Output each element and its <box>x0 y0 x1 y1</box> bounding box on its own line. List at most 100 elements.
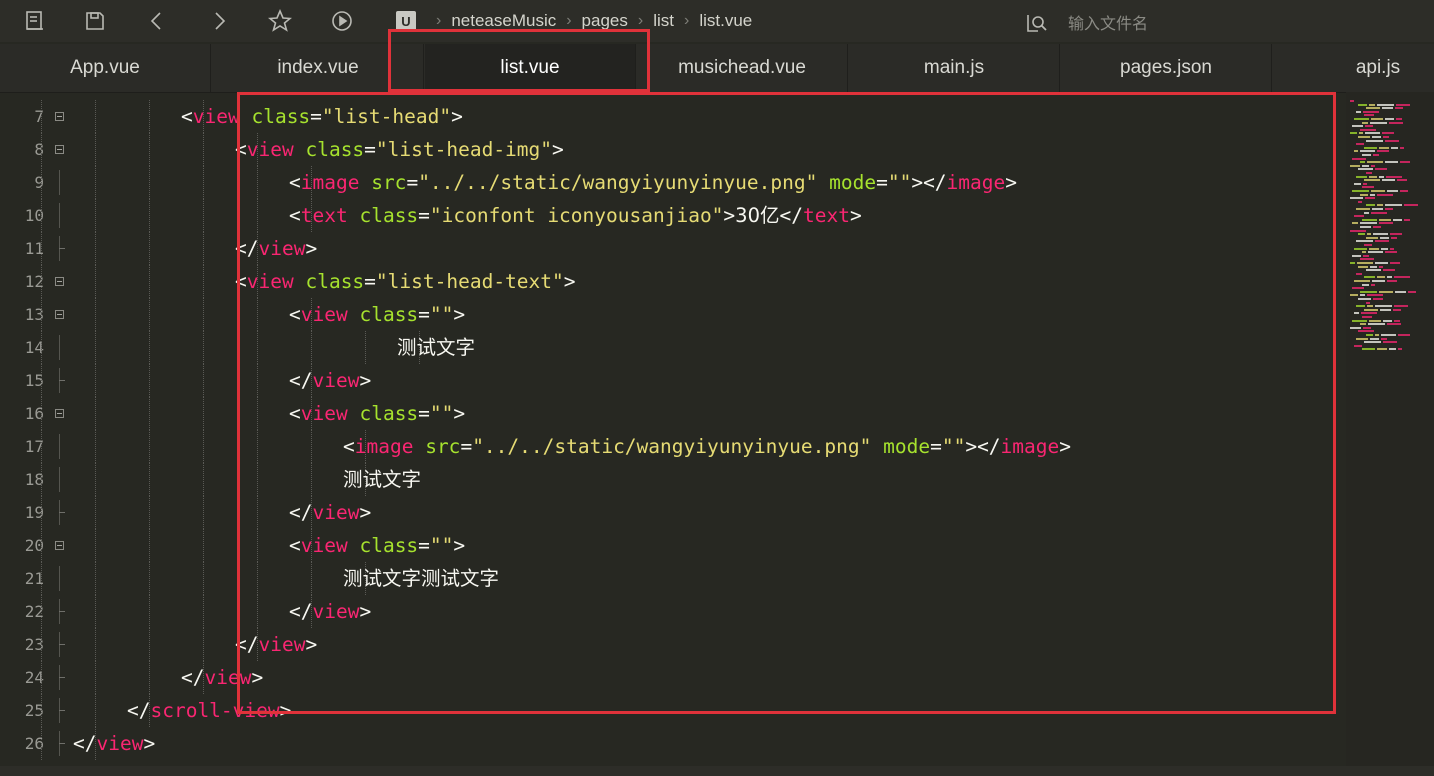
code-line[interactable]: 测试文字 <box>397 331 475 364</box>
code-line[interactable]: </view> <box>289 364 371 397</box>
minimap-line <box>1385 161 1398 164</box>
code-line[interactable]: <image src="../../static/wangyiyunyinyue… <box>289 166 1017 199</box>
minimap-line <box>1357 262 1373 264</box>
minimap-line <box>1381 247 1388 250</box>
breadcrumb-item-list[interactable]: list <box>653 11 674 31</box>
minimap-line <box>1354 215 1364 218</box>
fold-toggle-icon[interactable] <box>55 145 64 154</box>
minimap-line <box>1370 121 1387 124</box>
tab-list-vue[interactable]: list.vue <box>425 44 636 92</box>
minimap-line <box>1356 208 1370 210</box>
breadcrumb-item-project[interactable]: neteaseMusic <box>451 11 556 31</box>
indent-guide <box>257 529 258 562</box>
indent-guide <box>203 232 204 265</box>
minimap-line <box>1379 146 1389 149</box>
indent-guide <box>203 595 204 628</box>
minimap-line <box>1362 121 1368 124</box>
file-search-input[interactable] <box>1066 10 1410 36</box>
indent-guide <box>257 562 258 595</box>
minimap-line <box>1377 276 1385 279</box>
minimap-line <box>1391 146 1398 149</box>
breadcrumb-separator: › <box>637 12 644 29</box>
indent-guide <box>41 100 42 133</box>
file-search-icon[interactable] <box>1026 12 1048 34</box>
indent-guide <box>203 298 204 331</box>
code-line[interactable]: </scroll-view> <box>127 694 291 727</box>
tab-musichead-vue[interactable]: musichead.vue <box>637 44 848 92</box>
minimap-line <box>1358 298 1371 300</box>
indent-guide <box>203 562 204 595</box>
indent-guide <box>95 265 96 298</box>
minimap-line <box>1363 182 1367 185</box>
minimap-line <box>1364 341 1381 344</box>
code-line[interactable]: </view> <box>235 628 317 661</box>
tab-api-js[interactable]: api.js <box>1273 44 1434 92</box>
breadcrumb-item-file[interactable]: list.vue <box>699 11 752 31</box>
minimap-line <box>1372 208 1383 210</box>
back-arrow-icon[interactable] <box>140 4 174 38</box>
fold-toggle-icon[interactable] <box>55 277 64 286</box>
minimap-line <box>1366 139 1383 142</box>
fold-line <box>59 467 60 492</box>
code-line[interactable]: </view> <box>235 232 317 265</box>
minimap-line <box>1350 326 1361 329</box>
code-line[interactable]: <view class="list-head-img"> <box>235 133 564 166</box>
code-line[interactable]: </view> <box>289 496 371 529</box>
code-line[interactable]: <view class="list-head"> <box>181 100 463 133</box>
minimap-line <box>1370 265 1377 268</box>
fold-toggle-icon[interactable] <box>55 112 64 121</box>
line-number: 20 <box>24 536 44 555</box>
line-number: 21 <box>24 569 44 588</box>
code-line[interactable]: </view> <box>289 595 371 628</box>
minimap-line <box>1352 190 1369 192</box>
minimap-line <box>1369 103 1375 106</box>
code-line[interactable]: </view> <box>73 727 155 760</box>
tab-main-js[interactable]: main.js <box>849 44 1060 92</box>
code-line[interactable]: </view> <box>181 661 263 694</box>
code-line[interactable]: <view class=""> <box>289 529 465 562</box>
line-number: 13 <box>24 305 44 324</box>
fold-toggle-icon[interactable] <box>55 541 64 550</box>
breadcrumb-item-pages[interactable]: pages <box>582 11 628 31</box>
forward-arrow-icon[interactable] <box>202 4 236 38</box>
code-line[interactable]: <view class=""> <box>289 397 465 430</box>
minimap-line <box>1385 204 1402 207</box>
minimap-line <box>1354 247 1367 250</box>
code-editor[interactable]: 7 8 9 10 11 12 13 14 15 16 17 18 19 20 21 22 23 24 25 26 <v… <box>0 92 1346 768</box>
code-line[interactable]: <view class=""> <box>289 298 465 331</box>
tab-pages-json[interactable]: pages.json <box>1061 44 1272 92</box>
indent-guide <box>149 430 150 463</box>
code-line[interactable]: 测试文字测试文字 <box>343 562 499 595</box>
minimap-line <box>1354 150 1358 153</box>
indent-guide <box>203 265 204 298</box>
line-number-gutter: 7 8 9 10 11 12 13 14 15 16 17 18 19 20 21 22 23 24 25 26 <box>0 92 80 768</box>
minimap-line <box>1358 168 1373 171</box>
fold-toggle-icon[interactable] <box>55 310 64 319</box>
save-icon[interactable] <box>78 4 112 38</box>
minimap-line <box>1358 136 1370 138</box>
minimap-line <box>1352 157 1366 160</box>
fold-toggle-icon[interactable] <box>55 409 64 418</box>
minimap-line <box>1356 272 1362 275</box>
code-line[interactable]: <image src="../../static/wangyiyunyinyue… <box>343 430 1071 463</box>
fold-end-marker <box>59 380 65 381</box>
indent-guide <box>257 166 258 199</box>
code-line[interactable]: <text class="iconfont iconyousanjiao">30… <box>289 199 862 232</box>
indent-guide <box>203 133 204 166</box>
minimap[interactable] <box>1346 92 1434 768</box>
minimap-line <box>1383 269 1395 272</box>
code-line[interactable]: <view class="list-head-text"> <box>235 265 576 298</box>
breadcrumb: U › neteaseMusic › pages › list › list.v… <box>396 10 752 32</box>
new-file-icon[interactable] <box>18 4 52 38</box>
minimap-line <box>1375 305 1392 308</box>
tab-index-vue[interactable]: index.vue <box>213 44 424 92</box>
minimap-line <box>1387 190 1398 192</box>
tab-app-vue[interactable]: App.vue <box>0 44 211 92</box>
fold-end-marker <box>59 677 65 678</box>
indent-guide <box>203 628 204 661</box>
run-icon[interactable] <box>325 4 359 38</box>
code-line[interactable]: 测试文字 <box>343 463 421 496</box>
fold-line <box>59 170 60 195</box>
star-icon[interactable] <box>263 4 297 38</box>
minimap-line <box>1350 294 1358 297</box>
